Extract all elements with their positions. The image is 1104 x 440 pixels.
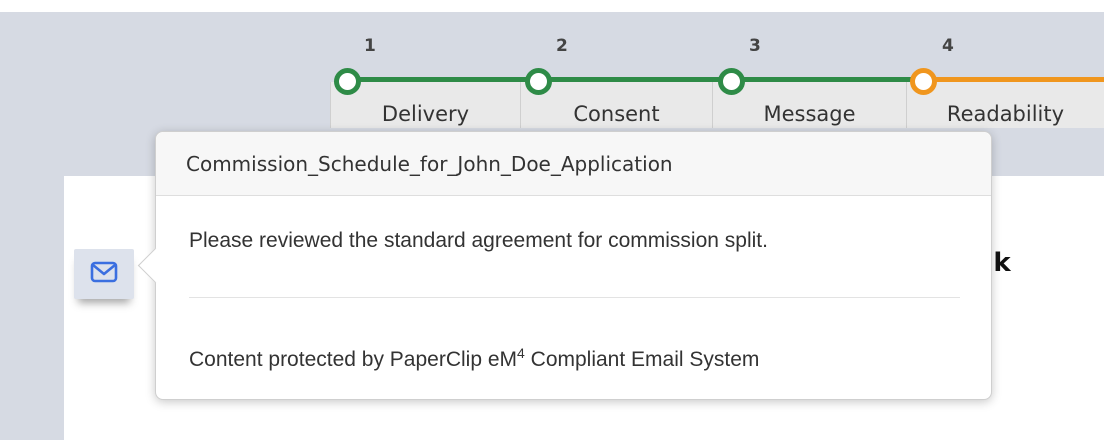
envelope-icon [90,261,118,288]
step-3-label: Message [763,102,856,126]
popover-footer: Content protected by PaperClip eM4 Compl… [189,345,759,372]
popover-message: Please reviewed the standard agreement f… [189,229,768,252]
message-popover: Commission_Schedule_for_John_Doe_Applica… [137,131,992,400]
step-connector-complete [346,77,922,82]
step-4-number: 4 [942,36,954,56]
step-1-number: 1 [364,36,376,56]
popover-title: Commission_Schedule_for_John_Doe_Applica… [156,132,991,196]
popover-divider [189,297,960,298]
step-2-marker[interactable] [525,68,552,95]
footer-superscript: 4 [517,345,525,361]
step-2-label: Consent [573,102,660,126]
step-4-tab[interactable]: Readability [906,82,1104,128]
step-connector-current [922,77,1104,82]
step-2-number: 2 [556,36,568,56]
step-3-marker[interactable] [718,68,745,95]
step-1-marker[interactable] [334,68,361,95]
step-4-marker[interactable] [910,68,937,95]
footer-suffix: Compliant Email System [524,348,760,371]
top-strip [0,0,1104,12]
step-1-label: Delivery [381,102,470,126]
step-4-label: Readability [946,102,1065,126]
mail-button[interactable] [74,249,134,299]
footer-prefix: Content protected by PaperClip eM [189,348,518,371]
step-3-number: 3 [749,36,761,56]
